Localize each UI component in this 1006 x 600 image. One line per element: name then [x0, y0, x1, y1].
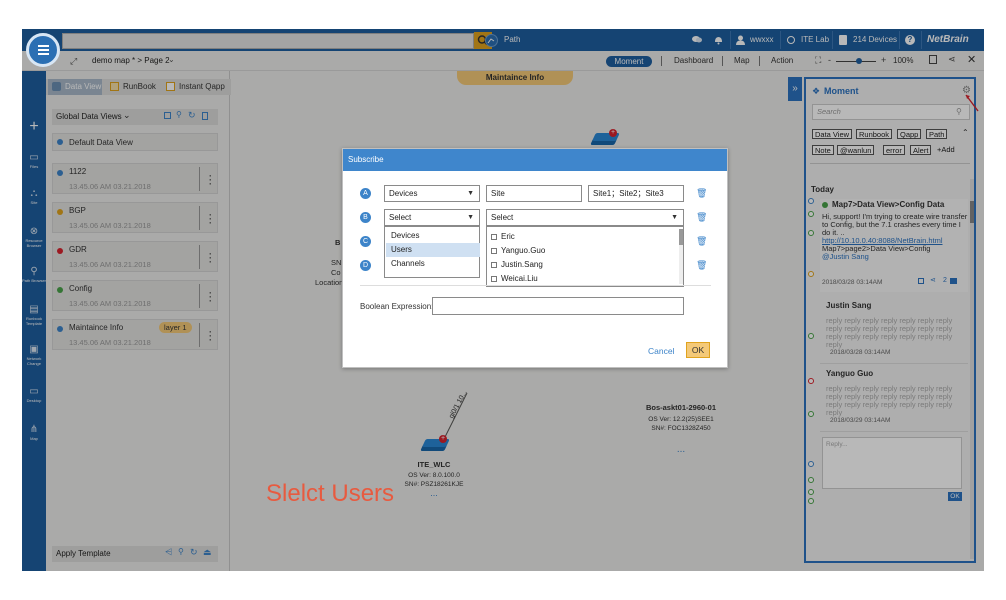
ok-button[interactable]: OK	[686, 342, 710, 358]
boolean-expression-label: Boolean Expression:	[360, 302, 434, 311]
user-option[interactable]: Yanguo.Guo	[491, 244, 545, 258]
checkbox[interactable]	[491, 276, 497, 282]
option-users[interactable]: Users	[386, 243, 480, 257]
row-badge-a: A	[360, 188, 371, 199]
field-input-a[interactable]: Site	[486, 185, 582, 202]
type-select-b[interactable]: Select ▼	[384, 209, 480, 226]
caption-text: Slelct Users	[266, 480, 395, 507]
user-option[interactable]: Eric	[491, 230, 515, 244]
row-badge-d: D	[360, 260, 371, 271]
boolean-expression-input[interactable]	[432, 297, 684, 315]
trash-icon[interactable]: 🗑	[696, 237, 707, 246]
app-window: Path wwxxx ITE Lab 214 Devices ? NetBrai…	[22, 29, 984, 571]
list-scrollbar-thumb[interactable]	[679, 229, 683, 245]
main-menu-button[interactable]	[26, 33, 60, 67]
row-badge-c: C	[360, 236, 371, 247]
value-input-a[interactable]: Site1；Site2；Site3	[588, 185, 684, 202]
checkbox[interactable]	[491, 248, 497, 254]
users-list: Eric Yanguo.Guo Justin.Sang Weicai.Liu	[486, 226, 684, 287]
trash-icon[interactable]: 🗑	[696, 213, 707, 222]
dropdown-caret-icon: ▼	[671, 214, 678, 221]
type-select-a[interactable]: Devices ▼	[384, 185, 480, 202]
checkbox[interactable]	[491, 234, 497, 240]
type-dropdown-menu: Devices Users Channels	[384, 226, 480, 278]
user-option[interactable]: Weicai.Liu	[491, 272, 538, 286]
trash-icon[interactable]: 🗑	[696, 261, 707, 270]
user-option[interactable]: Justin.Sang	[491, 258, 543, 272]
option-channels[interactable]: Channels	[386, 257, 480, 271]
option-devices[interactable]: Devices	[386, 229, 480, 243]
dialog-title: Subscribe	[343, 149, 727, 171]
cancel-button[interactable]: Cancel	[648, 346, 674, 356]
checkbox[interactable]	[491, 262, 497, 268]
field-select-b[interactable]: Select ▼	[486, 209, 684, 226]
subscribe-dialog: Subscribe A Devices ▼ Site Site1；Site2；Si…	[342, 148, 728, 368]
dropdown-caret-icon: ▼	[467, 214, 474, 221]
trash-icon[interactable]: 🗑	[696, 189, 707, 198]
row-badge-b: B	[360, 212, 371, 223]
dropdown-caret-icon: ▼	[467, 190, 474, 197]
